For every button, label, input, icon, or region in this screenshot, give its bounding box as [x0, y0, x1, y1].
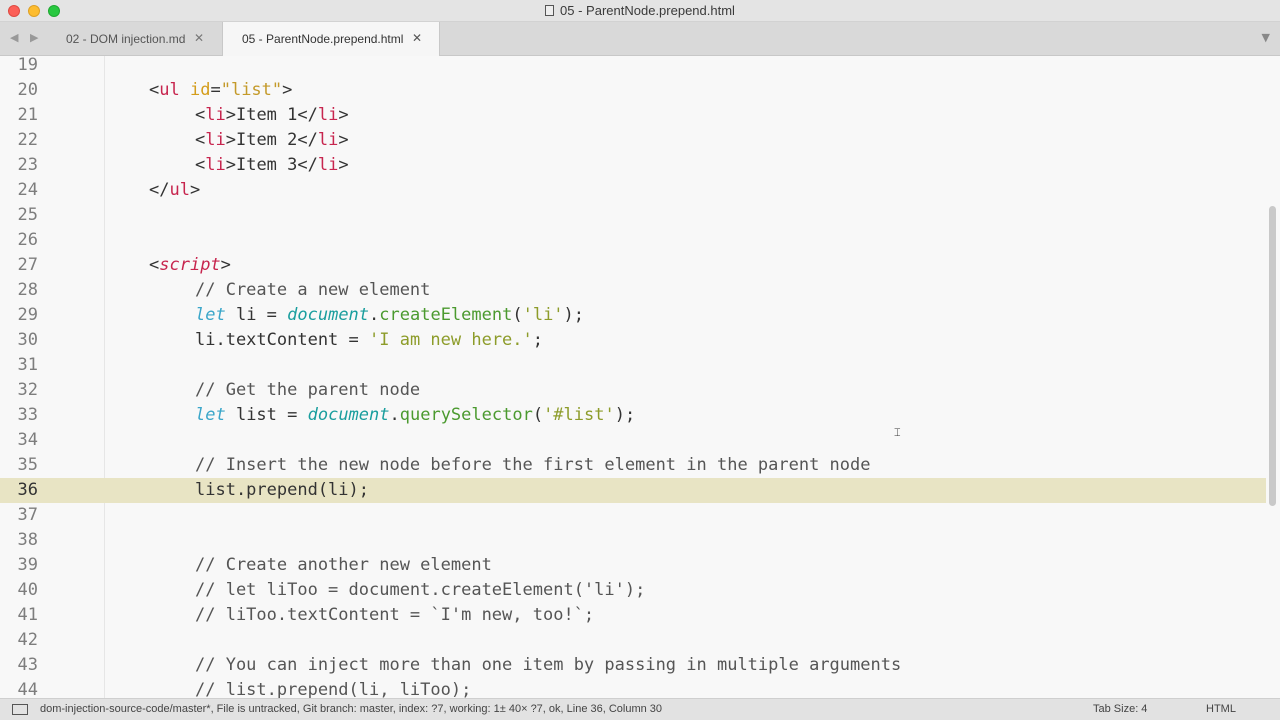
code-line: 19: [0, 56, 1266, 78]
code-text: <li>Item 1</li>: [195, 105, 349, 125]
code-comment: // Create another new element: [195, 555, 492, 575]
code-editor[interactable]: 19 20 <ul id="list"> 21 <li>Item 1</li> 22…: [0, 56, 1280, 698]
status-text: dom-injection-source-code/master*, File …: [40, 703, 663, 715]
code-text: list.prepend(li);: [195, 480, 369, 500]
code-line: 35 // Insert the new node before the firs…: [0, 453, 1266, 478]
code-line: 39 // Create another new element: [0, 553, 1266, 578]
code-comment: // liToo.textContent = `I'm new, too!`;: [195, 605, 595, 625]
line-number: 19: [17, 56, 38, 75]
code-line: 43 // You can inject more than one item b…: [0, 653, 1266, 678]
window-title: 05 - ParentNode.prepend.html: [0, 3, 1280, 18]
code-line: 28 // Create a new element: [0, 278, 1266, 303]
line-number: 29: [17, 305, 38, 325]
tab-dom-injection-md[interactable]: 02 - DOM injection.md ✕: [56, 22, 220, 56]
line-number: 42: [17, 630, 38, 650]
line-number: 32: [17, 380, 38, 400]
code-line: 20 <ul id="list">: [0, 78, 1266, 103]
code-line: 22 <li>Item 2</li>: [0, 128, 1266, 153]
line-number: 39: [17, 555, 38, 575]
line-number: 25: [17, 205, 38, 225]
title-bar: 05 - ParentNode.prepend.html: [0, 0, 1280, 22]
status-bar: dom-injection-source-code/master*, File …: [0, 698, 1280, 720]
code-line: 40 // let liToo = document.createElement(…: [0, 578, 1266, 603]
line-number: 36: [17, 480, 38, 500]
mouse-cursor-icon: ⌶: [894, 426, 901, 439]
code-comment: // Create a new element: [195, 280, 431, 300]
code-line: 30 li.textContent = 'I am new here.';: [0, 328, 1266, 353]
code-text: let list = document.querySelector('#list…: [195, 405, 636, 425]
line-number: 43: [17, 655, 38, 675]
line-number: 40: [17, 580, 38, 600]
code-line: 37: [0, 503, 1266, 528]
line-number: 33: [17, 405, 38, 425]
panel-toggle-icon[interactable]: [12, 704, 28, 715]
tab-label: 02 - DOM injection.md: [66, 32, 186, 46]
line-number: 27: [17, 255, 38, 275]
code-comment: // list.prepend(li, liToo);: [195, 680, 472, 698]
code-line: 25: [0, 203, 1266, 228]
code-comment: // let liToo = document.createElement('l…: [195, 580, 646, 600]
line-number: 41: [17, 605, 38, 625]
line-number: 22: [17, 130, 38, 150]
syntax-selector[interactable]: HTML: [1206, 703, 1236, 715]
code-text: let li = document.createElement('li');: [195, 305, 585, 325]
window-title-text: 05 - ParentNode.prepend.html: [560, 3, 735, 18]
line-number: 21: [17, 105, 38, 125]
tab-size-selector[interactable]: Tab Size: 4: [1093, 703, 1147, 715]
line-number: 30: [17, 330, 38, 350]
tab-label: 05 - ParentNode.prepend.html: [242, 32, 404, 46]
line-number: 35: [17, 455, 38, 475]
line-number: 28: [17, 280, 38, 300]
line-number: 38: [17, 530, 38, 550]
code-line: 31: [0, 353, 1266, 378]
document-icon: [545, 5, 555, 16]
code-text: <li>Item 2</li>: [195, 130, 349, 150]
code-comment: // You can inject more than one item by …: [195, 655, 902, 675]
code-line: 32 // Get the parent node: [0, 378, 1266, 403]
line-number: 44: [17, 680, 38, 698]
code-line: 23 <li>Item 3</li>: [0, 153, 1266, 178]
tab-bar: ◀ ▶ 02 - DOM injection.md ✕ 05 - ParentN…: [0, 22, 1280, 57]
line-number: 34: [17, 430, 38, 450]
code-line: 21 <li>Item 1</li>: [0, 103, 1266, 128]
line-number: 23: [17, 155, 38, 175]
code-line-current: 36 list.prepend(li);: [0, 478, 1266, 503]
tab-navigation-arrows-icon[interactable]: ◀ ▶: [10, 31, 42, 44]
line-number: 24: [17, 180, 38, 200]
vertical-scrollbar[interactable]: [1269, 206, 1276, 506]
tab-menu-icon[interactable]: ▼: [1262, 31, 1270, 44]
line-number: 37: [17, 505, 38, 525]
code-comment: // Get the parent node: [195, 380, 421, 400]
code-line: 26: [0, 228, 1266, 253]
code-text: li.textContent = 'I am new here.';: [195, 330, 544, 350]
code-line: 27 <script>: [0, 253, 1266, 278]
code-line: 24 </ul>: [0, 178, 1266, 203]
code-line: 34: [0, 428, 1266, 453]
code-line: 44 // list.prepend(li, liToo);: [0, 678, 1266, 698]
code-text: <li>Item 3</li>: [195, 155, 349, 175]
line-number: 26: [17, 230, 38, 250]
code-text: <ul id="list">: [149, 80, 293, 100]
code-line: 41 // liToo.textContent = `I'm new, too!`…: [0, 603, 1266, 628]
code-line: 42: [0, 628, 1266, 653]
code-line: 33 let list = document.querySelector('#li…: [0, 403, 1266, 428]
close-tab-icon[interactable]: ✕: [412, 31, 422, 45]
code-line: 38: [0, 528, 1266, 553]
line-number: 20: [17, 80, 38, 100]
close-tab-icon[interactable]: ✕: [194, 31, 204, 45]
code-comment: // Insert the new node before the first …: [195, 455, 871, 475]
line-number: 31: [17, 355, 38, 375]
code-text: </ul>: [149, 180, 201, 200]
code-text: <script>: [149, 255, 231, 275]
tab-parentnode-prepend-html[interactable]: 05 - ParentNode.prepend.html ✕: [222, 22, 440, 57]
code-line: 29 let li = document.createElement('li');: [0, 303, 1266, 328]
